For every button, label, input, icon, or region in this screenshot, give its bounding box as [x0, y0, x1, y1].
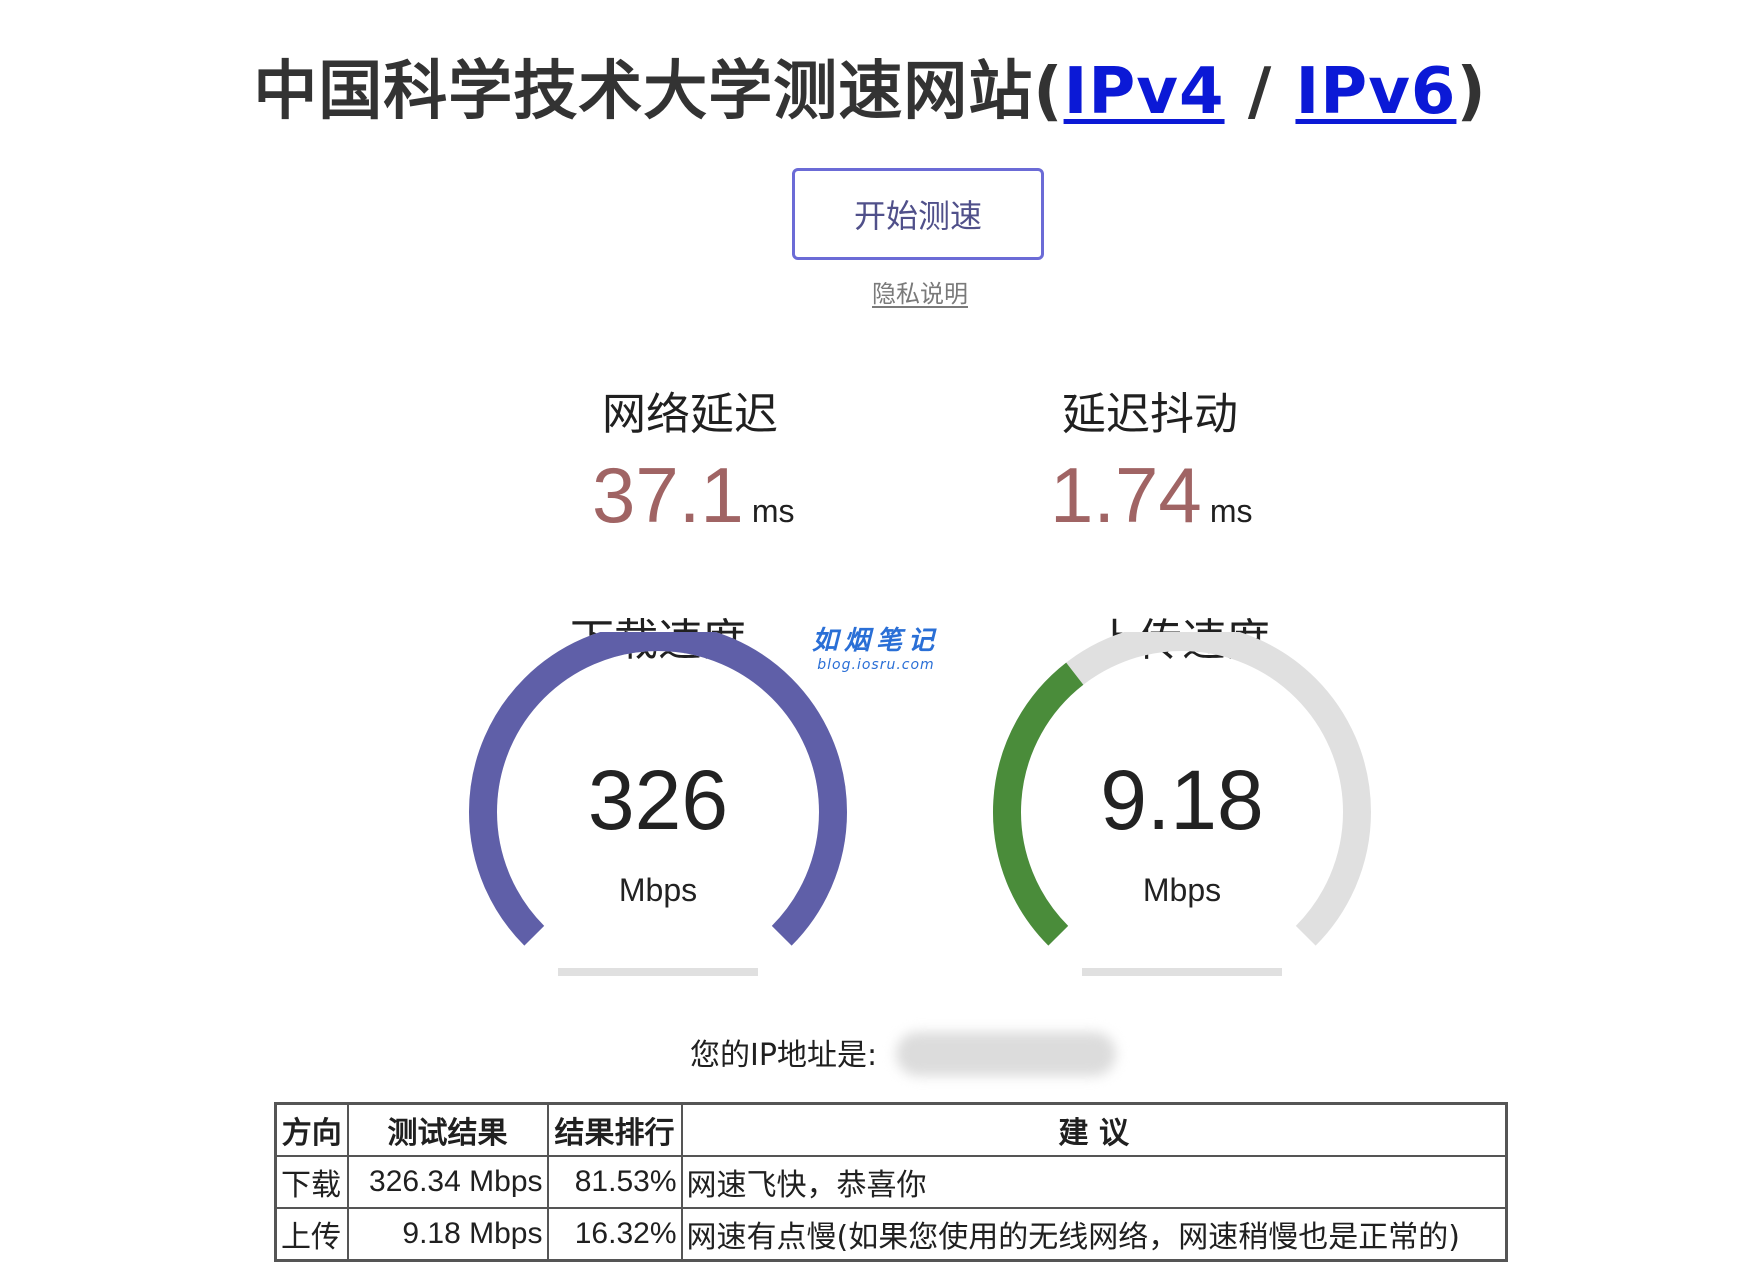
latency-label: 网络延迟	[602, 389, 778, 440]
jitter-label: 延迟抖动	[1062, 389, 1238, 440]
table-cell-result: 9.18 Mbps	[346, 1207, 549, 1262]
ip-address-label: 您的IP地址是:	[690, 1038, 878, 1073]
upload-speed-unit: Mbps	[1142, 872, 1222, 908]
upload-speed-value: 9.18	[1100, 753, 1264, 847]
jitter-value: 1.74 ms	[1050, 450, 1252, 541]
table-cell-advice: 网速飞快，恭喜你	[680, 1155, 1508, 1209]
title-text: 中国科学技术大学测速网站(	[253, 55, 1064, 129]
watermark: 如烟笔记 blog.iosru.com	[806, 620, 946, 673]
download-progress-bar	[558, 968, 758, 976]
latency-number: 37.1	[592, 451, 744, 539]
table-header-row: 方向 测试结果 结果排行 建 议	[274, 1102, 1508, 1157]
download-speed-value: 326	[587, 753, 729, 847]
jitter-number: 1.74	[1050, 451, 1202, 539]
latency-value: 37.1 ms	[592, 450, 794, 541]
download-speed-unit: Mbps	[618, 872, 698, 908]
download-gauge: 326 Mbps	[438, 632, 878, 992]
ip-address-redacted	[896, 1032, 1116, 1076]
watermark-subtitle: blog.iosru.com	[817, 657, 935, 673]
ipv4-link[interactable]: IPv4	[1064, 55, 1225, 129]
title-suffix: )	[1456, 55, 1487, 129]
ipv6-link[interactable]: IPv6	[1295, 55, 1456, 129]
upload-progress-bar	[1082, 968, 1282, 976]
start-test-button[interactable]: 开始测速	[792, 168, 1044, 260]
table-header-direction: 方向	[274, 1102, 349, 1157]
jitter-unit: ms	[1209, 493, 1253, 529]
results-table: 方向 测试结果 结果排行 建 议 下载 326.34 Mbps 81.53% 网…	[274, 1102, 1508, 1262]
table-header-rank: 结果排行	[546, 1102, 683, 1157]
table-cell-direction: 上传	[274, 1207, 349, 1262]
table-cell-rank: 16.32%	[546, 1207, 683, 1262]
upload-gauge: 9.18 Mbps	[962, 632, 1402, 992]
table-cell-rank: 81.53%	[546, 1155, 683, 1209]
page-title: 中国科学技术大学测速网站(IPv4 / IPv6)	[0, 40, 1740, 132]
table-row: 上传 9.18 Mbps 16.32% 网速有点慢(如果您使用的无线网络，网速稍…	[274, 1207, 1508, 1262]
watermark-title: 如烟笔记	[811, 626, 940, 656]
title-separator: /	[1224, 55, 1296, 129]
table-header-advice: 建 议	[680, 1102, 1508, 1157]
table-cell-advice: 网速有点慢(如果您使用的无线网络，网速稍慢也是正常的)	[680, 1207, 1508, 1262]
latency-unit: ms	[751, 493, 795, 529]
table-cell-direction: 下载	[274, 1155, 349, 1209]
table-row: 下载 326.34 Mbps 81.53% 网速飞快，恭喜你	[274, 1155, 1508, 1209]
table-cell-result: 326.34 Mbps	[346, 1155, 549, 1209]
table-header-result: 测试结果	[346, 1102, 549, 1157]
privacy-link[interactable]: 隐私说明	[0, 274, 1740, 309]
